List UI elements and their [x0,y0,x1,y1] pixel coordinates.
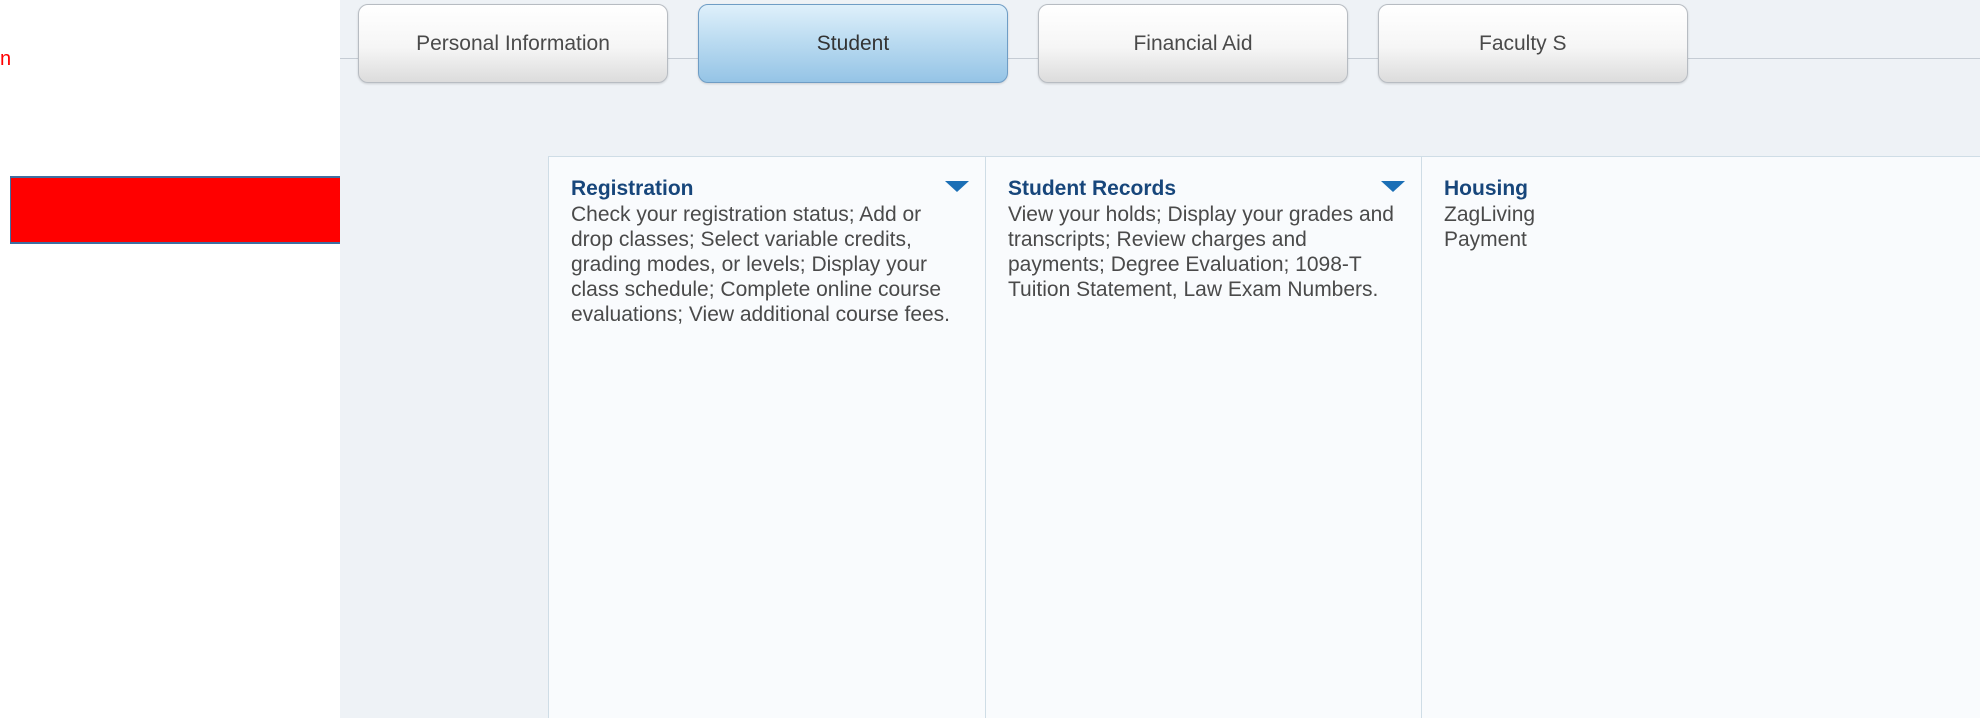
housing-description: ZagLiving Payment [1444,202,1960,252]
housing-line-1: ZagLiving [1444,203,1536,226]
tab-label: Faculty S [1479,31,1567,55]
tab-label: Financial Aid [1133,31,1253,55]
student-records-description: View your holds; Display your grades and… [1008,203,1394,301]
housing-link[interactable]: Housing [1444,177,1960,201]
card-registration: Registration Check your registration sta… [548,156,986,718]
tab-label: Personal Information [416,31,610,55]
tab-personal-information[interactable]: Personal Information [358,4,668,83]
registration-link[interactable]: Registration [571,177,965,201]
registration-description: Check your registration status; Add or d… [571,203,951,326]
card-housing: Housing ZagLiving Payment [1421,156,1980,718]
student-records-link[interactable]: Student Records [1008,177,1401,201]
tab-student[interactable]: Student [698,4,1008,83]
caret-down-icon[interactable] [945,181,969,192]
tab-label: Student [816,31,890,55]
card-student-records: Student Records View your holds; Display… [985,156,1422,718]
caret-down-icon[interactable] [1381,181,1405,192]
main-panel: Personal Information Student Financial A… [340,0,1980,718]
tab-faculty-services[interactable]: Faculty S [1378,4,1688,83]
tab-financial-aid[interactable]: Financial Aid [1038,4,1348,83]
housing-line-2: Payment [1444,228,1527,251]
stray-text: n [0,48,12,70]
